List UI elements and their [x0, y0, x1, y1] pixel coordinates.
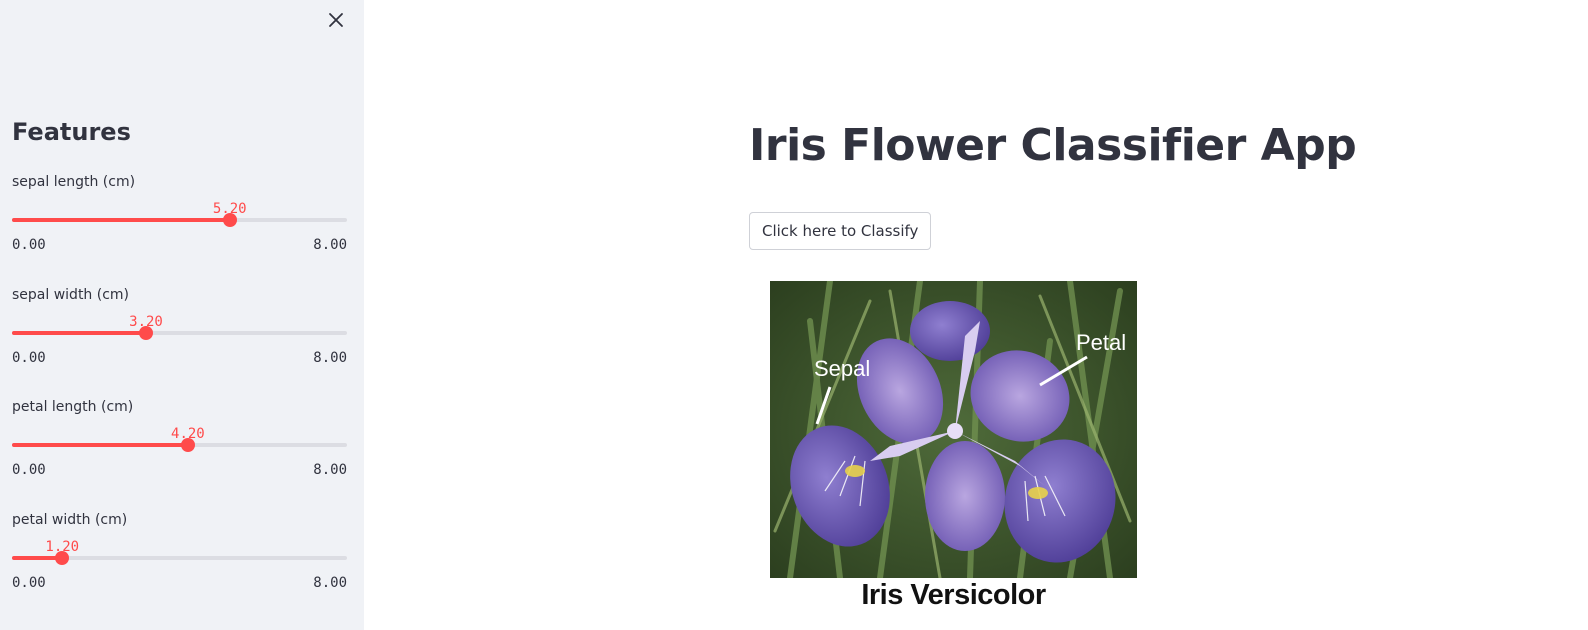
iris-versicolor-figure: Sepal Petal Iris Versicolor [770, 281, 1137, 626]
slider-fill [12, 331, 146, 335]
slider-max-label: 8.00 [313, 237, 347, 253]
slider-label: petal length (cm) [12, 399, 134, 415]
slider-track[interactable] [12, 443, 347, 447]
slider-track[interactable] [12, 331, 347, 335]
slider-max-label: 8.00 [313, 350, 347, 366]
slider-min-label: 0.00 [12, 575, 46, 591]
slider-fill [12, 443, 188, 447]
slider-track[interactable] [12, 218, 347, 222]
sidebar: Features sepal length (cm) 5.20 0.00 8.0… [0, 0, 364, 630]
slider-petal-width[interactable]: petal width (cm) 1.20 0.00 8.00 [12, 512, 347, 612]
features-heading: Features [12, 118, 131, 146]
close-icon [329, 13, 343, 27]
slider-thumb[interactable] [139, 326, 153, 340]
slider-min-label: 0.00 [12, 237, 46, 253]
page-title: Iris Flower Classifier App [749, 120, 1357, 171]
slider-max-label: 8.00 [313, 462, 347, 478]
slider-thumb[interactable] [222, 213, 237, 227]
slider-label: petal width (cm) [12, 512, 128, 528]
image-caption: Iris Versicolor [861, 579, 1046, 611]
slider-max-label: 8.00 [313, 575, 347, 591]
sepal-label: Sepal [814, 356, 870, 381]
slider-fill [12, 218, 230, 222]
slider-label: sepal length (cm) [12, 174, 136, 190]
slider-petal-length[interactable]: petal length (cm) 4.20 0.00 8.00 [12, 399, 347, 499]
slider-label: sepal width (cm) [12, 287, 130, 303]
petal-label: Petal [1076, 330, 1126, 355]
slider-sepal-length[interactable]: sepal length (cm) 5.20 0.00 8.00 [12, 174, 347, 274]
slider-min-label: 0.00 [12, 462, 46, 478]
slider-min-label: 0.00 [12, 350, 46, 366]
slider-thumb[interactable] [55, 551, 70, 565]
slider-sepal-width[interactable]: sepal width (cm) 3.20 0.00 8.00 [12, 287, 347, 387]
slider-thumb[interactable] [180, 438, 195, 452]
classify-button[interactable]: Click here to Classify [749, 212, 932, 250]
close-sidebar-button[interactable] [324, 8, 348, 32]
iris-flower-photo: Sepal Petal [770, 281, 1137, 578]
